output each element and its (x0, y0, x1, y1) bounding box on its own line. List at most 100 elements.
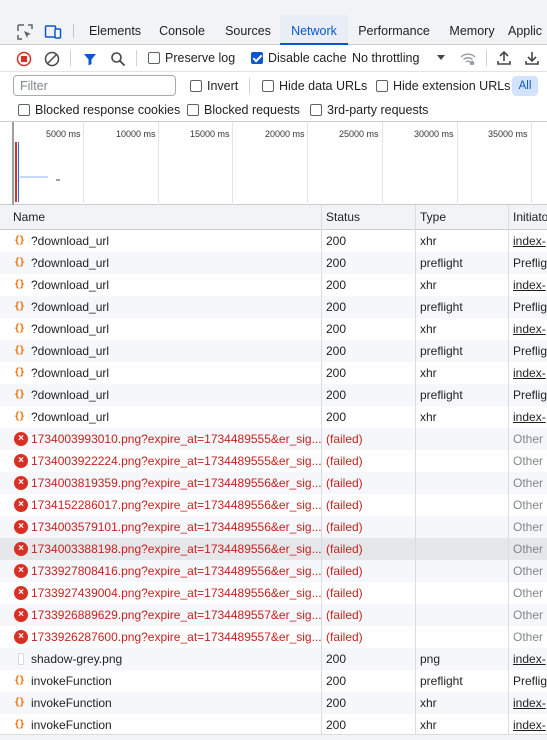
fetch-request-icon: {} (14, 411, 25, 422)
request-initiator[interactable]: index- (513, 406, 547, 428)
tab-performance[interactable]: Performance (354, 15, 434, 45)
filter-type-all[interactable]: All (512, 76, 538, 96)
inspect-element-icon[interactable] (16, 23, 34, 41)
horizontal-scrollbar[interactable] (0, 734, 547, 740)
blocked-response-cookies-checkbox[interactable] (18, 104, 30, 116)
dropdown-arrow-icon[interactable] (436, 54, 446, 62)
tab-application[interactable]: Applic (508, 15, 547, 45)
table-row[interactable]: {} invokeFunction 200 xhr index- (0, 692, 547, 714)
table-row[interactable]: {} ?download_url 200 preflight Preflig (0, 296, 547, 318)
request-type: preflight (420, 300, 463, 314)
table-row[interactable]: {} ?download_url 200 xhr index- (0, 274, 547, 296)
table-row[interactable]: × 1733927808416.png?expire_at=1734489556&… (0, 560, 547, 582)
table-row[interactable]: × 1734003993010.png?expire_at=1734489555&… (0, 428, 547, 450)
tab-console[interactable]: Console (153, 15, 211, 45)
table-row[interactable]: {} ?download_url 200 xhr index- (0, 362, 547, 384)
table-row[interactable]: × 1734003922224.png?expire_at=1734489555&… (0, 450, 547, 472)
hide-extension-urls-label[interactable]: Hide extension URLs (393, 79, 510, 93)
throttling-select[interactable]: No throttling (352, 51, 419, 65)
clear-icon[interactable] (44, 51, 60, 67)
fetch-request-icon: {} (14, 301, 25, 312)
request-type (420, 450, 506, 472)
table-row[interactable]: {} invokeFunction 200 xhr index- (0, 714, 547, 736)
fetch-request-icon: {} (14, 389, 25, 400)
table-row[interactable]: × 1733927439004.png?expire_at=1734489556&… (0, 582, 547, 604)
column-header-name[interactable]: Name (9, 205, 45, 230)
request-initiator[interactable]: index- (513, 362, 547, 384)
fetch-request-icon: {} (14, 279, 25, 290)
blocked-requests-checkbox[interactable] (187, 104, 199, 116)
request-type (420, 428, 506, 450)
request-type: xhr (420, 410, 437, 424)
request-status: 200 (326, 234, 347, 248)
tab-elements[interactable]: Elements (84, 15, 146, 45)
request-status: 200 (326, 278, 347, 292)
request-initiator: Other (513, 476, 544, 490)
table-row[interactable]: shadow-grey.png 200 png index- (0, 648, 547, 670)
table-row[interactable]: × 1734003579101.png?expire_at=1734489556&… (0, 516, 547, 538)
column-header-type[interactable]: Type (416, 205, 446, 230)
blocked-response-cookies-label[interactable]: Blocked response cookies (35, 103, 180, 117)
preserve-log-label[interactable]: Preserve log (165, 51, 235, 65)
request-name: 1733926889629.png?expire_at=1734489557&e… (31, 608, 321, 622)
request-initiator[interactable]: index- (513, 318, 547, 340)
request-initiator[interactable]: index- (513, 274, 547, 296)
request-status: 200 (326, 410, 347, 424)
third-party-requests-checkbox[interactable] (310, 104, 322, 116)
table-row[interactable]: × 1733926889629.png?expire_at=1734489557&… (0, 604, 547, 626)
network-conditions-icon[interactable] (459, 51, 477, 67)
blocked-requests-label[interactable]: Blocked requests (204, 103, 300, 117)
request-type: xhr (420, 366, 437, 380)
request-status: (failed) (326, 454, 363, 468)
device-toolbar-icon[interactable] (44, 23, 62, 41)
search-icon[interactable] (110, 51, 126, 67)
column-divider[interactable] (415, 205, 416, 740)
tab-network[interactable]: Network (280, 15, 348, 45)
column-divider[interactable] (321, 205, 322, 740)
import-har-icon[interactable] (496, 50, 512, 66)
hide-extension-urls-checkbox[interactable] (376, 80, 388, 92)
table-row[interactable]: {} ?download_url 200 xhr index- (0, 318, 547, 340)
error-icon: × (14, 520, 28, 534)
table-row[interactable]: × 1733926287600.png?expire_at=1734489557&… (0, 626, 547, 648)
request-initiator[interactable]: index- (513, 648, 547, 670)
table-row[interactable]: {} ?download_url 200 preflight Preflig (0, 340, 547, 362)
request-initiator: Preflig (513, 256, 547, 270)
overview-gridline (307, 122, 308, 205)
disable-cache-checkbox[interactable] (251, 52, 263, 64)
hide-data-urls-label[interactable]: Hide data URLs (279, 79, 367, 93)
column-divider[interactable] (508, 205, 509, 740)
table-row[interactable]: × 1734003819359.png?expire_at=1734489556&… (0, 472, 547, 494)
request-status: 200 (326, 322, 347, 336)
invert-checkbox[interactable] (190, 80, 202, 92)
error-icon: × (14, 476, 28, 490)
tab-sources[interactable]: Sources (219, 15, 277, 45)
preserve-log-checkbox[interactable] (148, 52, 160, 64)
request-name: ?download_url (31, 234, 110, 248)
table-row[interactable]: {} ?download_url 200 preflight Preflig (0, 252, 547, 274)
filter-input[interactable] (13, 75, 176, 96)
table-row[interactable]: {} ?download_url 200 xhr index- (0, 406, 547, 428)
table-row[interactable]: {} invokeFunction 200 preflight Preflig (0, 670, 547, 692)
overview-left-handle[interactable] (12, 122, 14, 205)
record-stop-icon[interactable] (16, 51, 32, 67)
table-row[interactable]: {} ?download_url 200 preflight Preflig (0, 384, 547, 406)
request-initiator[interactable]: index- (513, 692, 547, 714)
filter-icon[interactable] (82, 51, 98, 67)
request-initiator[interactable]: index- (513, 230, 547, 252)
column-header-status[interactable]: Status (322, 205, 360, 230)
tab-memory[interactable]: Memory (444, 15, 500, 45)
table-row[interactable]: × 1734003388198.png?expire_at=1734489556&… (0, 538, 547, 560)
network-overview[interactable]: 5000 ms 10000 ms 15000 ms 20000 ms 25000… (0, 122, 547, 205)
hide-data-urls-checkbox[interactable] (262, 80, 274, 92)
table-row[interactable]: {} ?download_url 200 xhr index- (0, 230, 547, 252)
invert-label[interactable]: Invert (207, 79, 238, 93)
overview-tick-label: 30000 ms (414, 129, 454, 139)
request-initiator[interactable]: index- (513, 714, 547, 736)
filter-bar: Invert Hide data URLs Hide extension URL… (0, 72, 547, 99)
disable-cache-label[interactable]: Disable cache (268, 51, 347, 65)
table-row[interactable]: × 1734152286017.png?expire_at=1734489556&… (0, 494, 547, 516)
export-har-icon[interactable] (524, 50, 540, 66)
third-party-requests-label[interactable]: 3rd-party requests (327, 103, 428, 117)
column-header-initiator[interactable]: Initiato (509, 205, 547, 230)
